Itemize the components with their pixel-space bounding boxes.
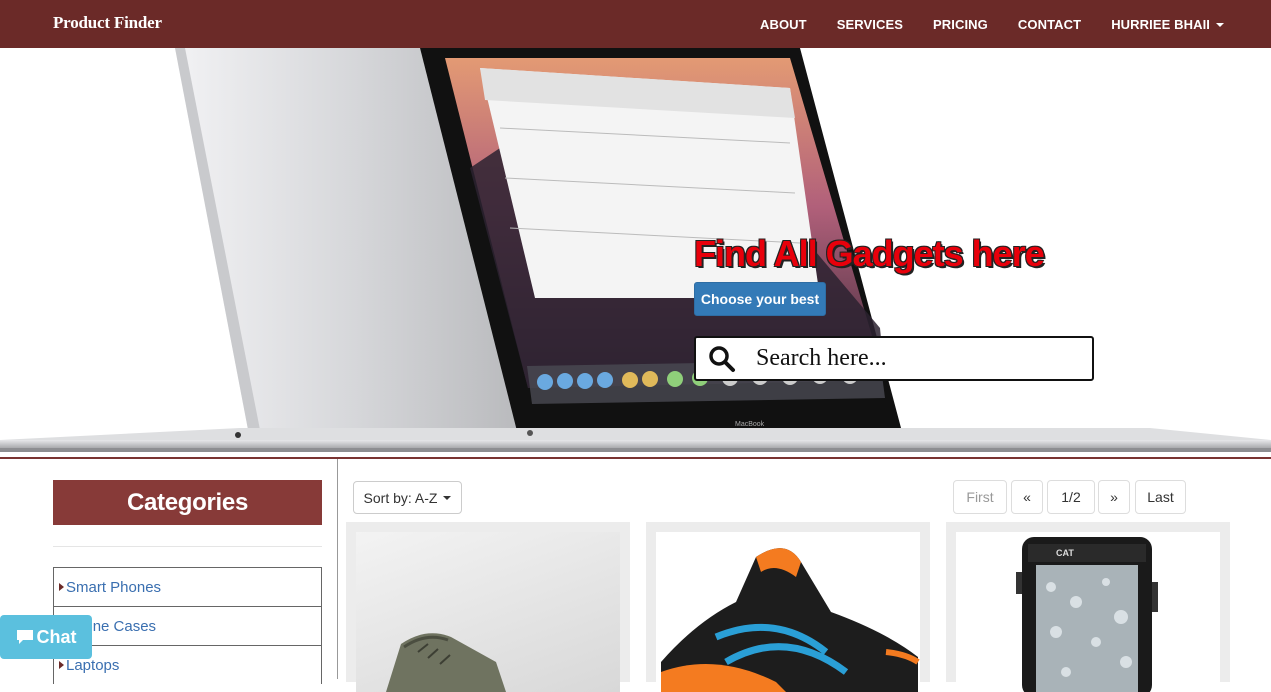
- caret-right-icon: [59, 583, 64, 591]
- laptop-label: MacBook: [735, 421, 765, 428]
- product-card[interactable]: [346, 522, 630, 692]
- sort-label: Sort by: A-Z: [363, 489, 438, 506]
- running-shoe-image: [656, 532, 920, 692]
- chevron-down-icon: [443, 495, 452, 500]
- nav-links: ABOUT SERVICES PRICING CONTACT HURRIEE B…: [730, 0, 1224, 48]
- category-label: Smart Phones: [66, 578, 162, 596]
- sidebar-divider: [337, 459, 338, 679]
- pager-last[interactable]: Last: [1135, 480, 1186, 514]
- categories-heading: Categories: [53, 480, 322, 525]
- pager-prev[interactable]: «: [1011, 480, 1043, 514]
- hero-title: Find All Gadgets here: [694, 233, 1045, 274]
- nav-about[interactable]: ABOUT: [760, 17, 807, 32]
- hero-search-box[interactable]: Search here...: [694, 336, 1094, 381]
- top-navbar: Product Finder ABOUT SERVICES PRICING CO…: [0, 0, 1271, 48]
- chevron-down-icon: [1216, 23, 1224, 28]
- pager-next[interactable]: »: [1098, 480, 1130, 514]
- search-icon: [709, 345, 735, 372]
- svg-text:CAT: CAT: [1056, 548, 1074, 558]
- laptop-hero-image: MacBook: [0, 48, 1271, 452]
- rugged-phone-image: CAT: [956, 532, 1220, 692]
- caret-right-icon: [59, 661, 64, 669]
- user-name: HURRIEE BHAII: [1111, 16, 1210, 32]
- sneaker-image: [356, 532, 620, 692]
- search-input[interactable]: Search here...: [756, 345, 887, 372]
- product-card[interactable]: [646, 522, 930, 692]
- brand-logo[interactable]: Product Finder: [53, 13, 162, 33]
- hero-divider: [0, 457, 1271, 459]
- nav-pricing[interactable]: PRICING: [933, 17, 988, 32]
- chat-label: Chat: [36, 626, 77, 647]
- choose-your-best-button[interactable]: Choose your best: [694, 282, 826, 316]
- product-card[interactable]: CAT: [946, 522, 1230, 692]
- pager-current: 1/2: [1047, 480, 1095, 514]
- hero-banner: MacBook: [0, 48, 1271, 458]
- category-label: Laptops: [66, 656, 120, 674]
- sort-dropdown[interactable]: Sort by: A-Z: [353, 481, 462, 514]
- chat-button[interactable]: Chat: [0, 615, 92, 659]
- pager-first[interactable]: First: [953, 480, 1007, 514]
- user-menu[interactable]: HURRIEE BHAII: [1111, 17, 1224, 32]
- nav-contact[interactable]: CONTACT: [1018, 17, 1081, 32]
- categories-rule: [53, 546, 322, 547]
- chat-bubble-icon: [16, 630, 33, 644]
- category-list: Smart Phones Phone Cases Laptops: [53, 567, 322, 684]
- category-phone-cases[interactable]: Phone Cases: [53, 606, 322, 645]
- nav-services[interactable]: SERVICES: [837, 17, 903, 32]
- category-smart-phones[interactable]: Smart Phones: [53, 567, 322, 606]
- category-laptops[interactable]: Laptops: [53, 645, 322, 684]
